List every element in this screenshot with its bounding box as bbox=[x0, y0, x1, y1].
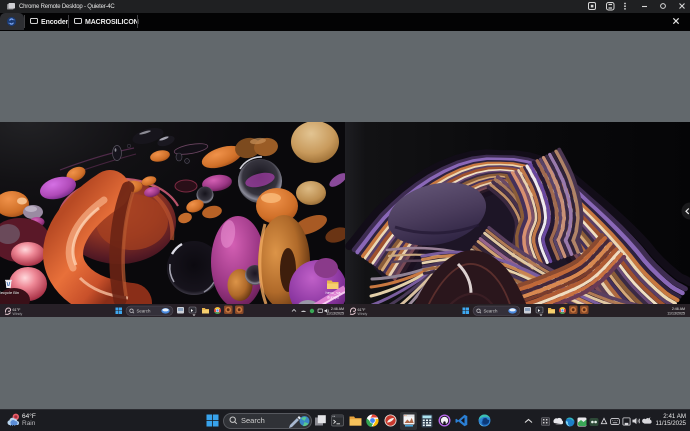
svg-text:dumps: dumps bbox=[327, 295, 339, 300]
svg-text:11/13/2025: 11/13/2025 bbox=[667, 312, 685, 316]
svg-text:Recycle Bin: Recycle Bin bbox=[0, 290, 19, 295]
svg-text:Windy: Windy bbox=[13, 312, 23, 316]
svg-text:11/13/2025: 11/13/2025 bbox=[326, 312, 344, 316]
svg-text:Search: Search bbox=[484, 309, 498, 314]
svg-text:Windy: Windy bbox=[358, 312, 368, 316]
svg-text:2:46 AM: 2:46 AM bbox=[331, 307, 344, 311]
svg-text:2:46 AM: 2:46 AM bbox=[672, 307, 685, 311]
svg-text:Search: Search bbox=[137, 309, 151, 314]
